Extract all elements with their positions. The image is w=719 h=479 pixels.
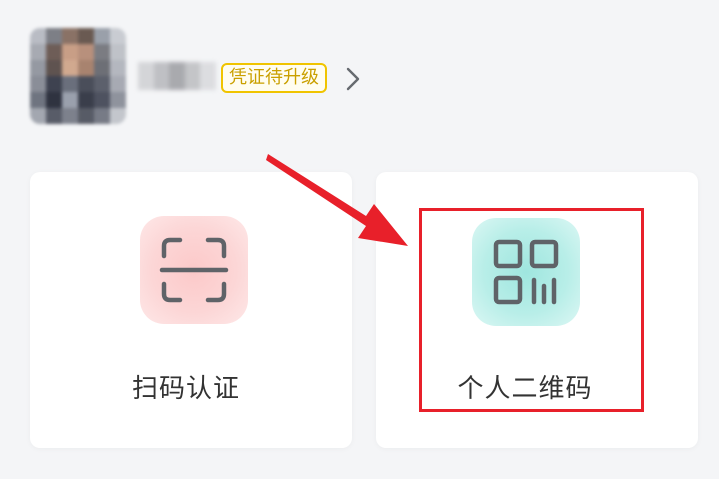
credential-upgrade-badge[interactable]: 凭证待升级 [221,63,327,93]
personal-qr-label: 个人二维码 [457,374,593,404]
qr-code-icon [493,239,559,305]
personal-qr-card[interactable]: 个人二维码 [376,172,698,448]
avatar[interactable] [30,28,126,124]
profile-header[interactable]: 凭证待升级 [0,0,719,160]
credential-upgrade-label: 凭证待升级 [229,67,319,88]
scan-icon [159,237,229,303]
scan-verify-card[interactable]: 扫码认证 [30,172,352,448]
scan-icon-tile [140,216,248,324]
scan-verify-label: 扫码认证 [131,374,240,404]
qr-code-icon-tile [472,218,580,326]
chevron-right-icon[interactable] [341,64,365,94]
user-name-redacted [138,62,216,90]
